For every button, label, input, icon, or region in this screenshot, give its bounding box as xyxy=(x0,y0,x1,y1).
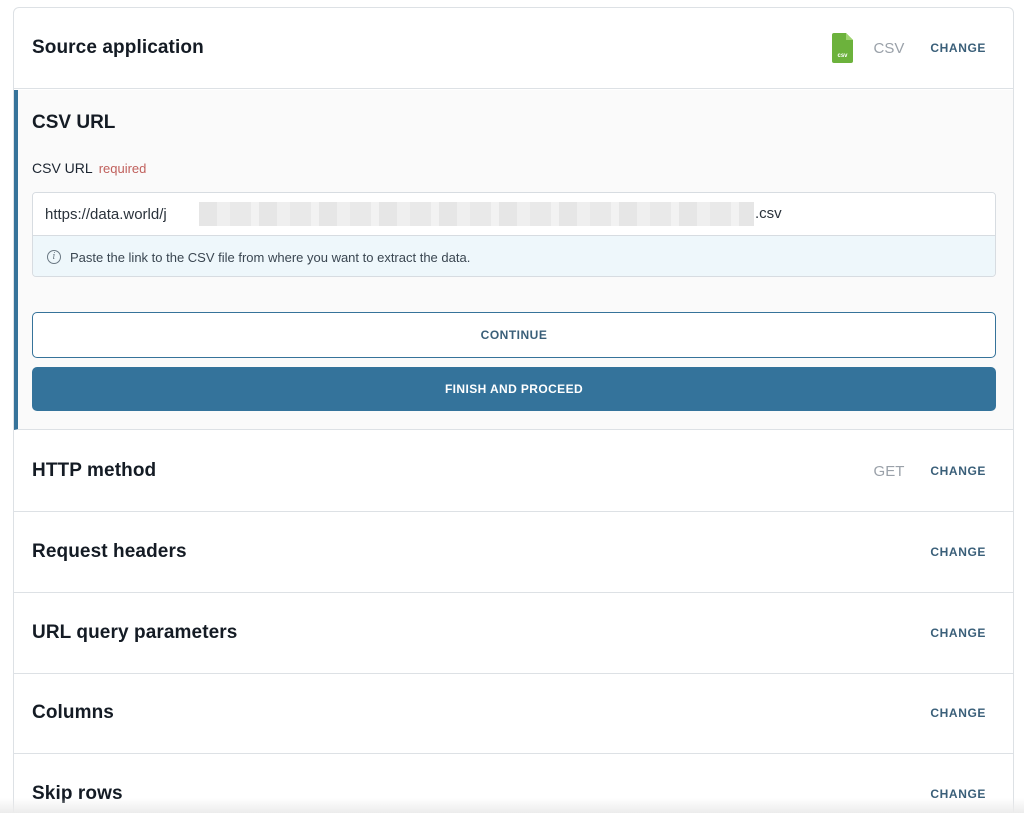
request-headers-change-button[interactable]: CHANGE xyxy=(930,545,986,559)
columns-title: Columns xyxy=(32,702,114,723)
csv-url-suffix: .csv xyxy=(755,205,782,222)
finish-and-proceed-button[interactable]: FINISH AND PROCEED xyxy=(32,367,996,411)
scroll-fade xyxy=(0,798,1024,813)
csv-url-hint: i Paste the link to the CSV file from wh… xyxy=(33,236,995,276)
csv-url-field-label: CSV URL required xyxy=(32,160,146,176)
source-application-value: CSV xyxy=(873,39,905,57)
source-application-row: Source application csv CSV CHANGE xyxy=(14,8,1013,89)
info-icon: i xyxy=(47,250,61,264)
http-method-row: HTTP method GET CHANGE xyxy=(14,431,1013,512)
importer-card: Source application csv CSV CHANGE CSV UR… xyxy=(13,7,1014,813)
url-query-parameters-change-button[interactable]: CHANGE xyxy=(930,626,986,640)
http-method-value: GET xyxy=(873,462,905,480)
url-query-parameters-row: URL query parameters CHANGE xyxy=(14,593,1013,674)
redacted-url-segment xyxy=(199,202,754,226)
csv-url-hint-text: Paste the link to the CSV file from wher… xyxy=(70,249,471,265)
csv-file-icon: csv xyxy=(831,33,853,63)
http-method-title: HTTP method xyxy=(32,460,157,481)
csv-icon-label: csv xyxy=(837,53,848,59)
required-indicator: required xyxy=(98,161,147,176)
request-headers-row: Request headers CHANGE xyxy=(14,512,1013,593)
continue-button[interactable]: CONTINUE xyxy=(32,312,996,358)
columns-change-button[interactable]: CHANGE xyxy=(930,706,986,720)
source-application-change-button[interactable]: CHANGE xyxy=(930,41,986,55)
csv-url-section: CSV URL CSV URL required .csv i Paste the… xyxy=(14,90,1013,430)
source-application-title: Source application xyxy=(32,37,204,58)
columns-row: Columns CHANGE xyxy=(14,673,1013,754)
url-query-parameters-title: URL query parameters xyxy=(32,622,238,643)
csv-url-label-text: CSV URL xyxy=(32,160,93,176)
request-headers-title: Request headers xyxy=(32,541,187,562)
csv-url-field: .csv i Paste the link to the CSV file fr… xyxy=(32,192,996,277)
csv-url-heading: CSV URL xyxy=(32,112,116,133)
http-method-change-button[interactable]: CHANGE xyxy=(930,464,986,478)
